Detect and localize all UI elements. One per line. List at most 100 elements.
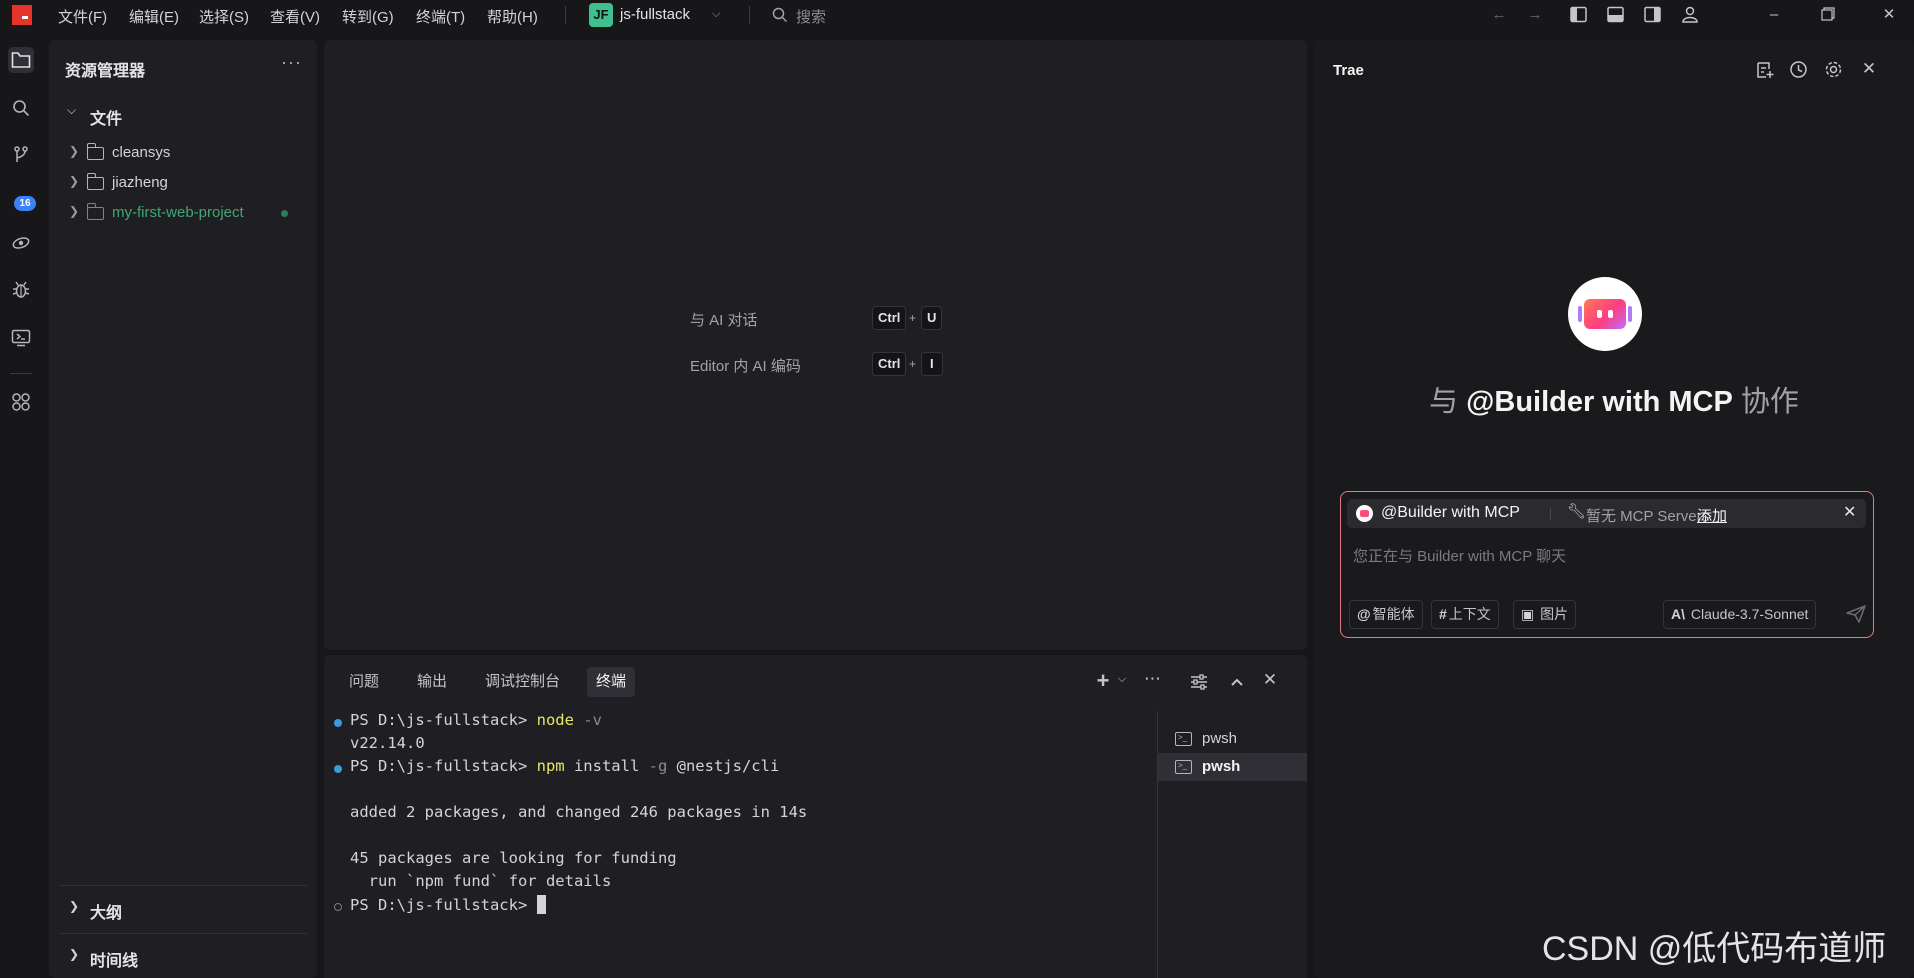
terminal-instance-active[interactable]: >_ pwsh	[1158, 753, 1307, 781]
settings-icon[interactable]	[1824, 60, 1843, 79]
close-panel-icon[interactable]: ✕	[1259, 670, 1281, 690]
terminal-name: pwsh	[1202, 730, 1238, 747]
close-icon[interactable]: ✕	[1843, 502, 1856, 522]
chat-input[interactable]: 您正在与 Builder with MCP 聊天	[1353, 545, 1566, 566]
chevron-down-icon[interactable]: ⌵	[1111, 673, 1133, 686]
menu-terminal[interactable]: 终端(T)	[416, 6, 465, 27]
folder-label: cleansys	[112, 144, 171, 161]
folder-cleansys[interactable]: ❯ cleansys	[49, 141, 317, 167]
debug-icon[interactable]	[8, 277, 34, 303]
agent-name[interactable]: @Builder with MCP	[1381, 504, 1520, 522]
account-icon[interactable]	[1681, 5, 1699, 23]
add-mcp-link[interactable]: 添加	[1697, 505, 1727, 526]
section-timeline[interactable]: ❯ 时间线	[67, 945, 307, 970]
remote-explorer-icon[interactable]	[8, 325, 34, 351]
plus-sign: +	[909, 357, 917, 371]
more-actions-icon[interactable]: ···	[281, 52, 302, 73]
divider	[1550, 508, 1551, 520]
history-icon[interactable]	[1789, 60, 1808, 79]
title-bar: 文件(F) 编辑(E) 选择(S) 查看(V) 转到(G) 终端(T) 帮助(H…	[0, 0, 1914, 30]
tab-output[interactable]: 输出	[408, 667, 456, 697]
context-button[interactable]: # 上下文	[1431, 600, 1499, 629]
terminal-line: 45 packages are looking for funding	[350, 849, 677, 867]
toggle-panel-icon[interactable]	[1607, 6, 1624, 23]
mcp-status: 暂无 MCP Servers	[1586, 508, 1710, 525]
menu-help[interactable]: 帮助(H)	[487, 6, 538, 27]
key-i: I	[921, 352, 943, 376]
collaboration-heading: 与 @Builder with MCP 协作	[1429, 386, 1799, 418]
menu-edit[interactable]: 编辑(E)	[129, 6, 179, 27]
more-actions-icon[interactable]: ⋯	[1142, 669, 1164, 689]
project-badge[interactable]: JF	[589, 3, 613, 27]
image-button[interactable]: ▣ 图片	[1513, 600, 1577, 629]
chevron-right-icon: ❯	[69, 174, 80, 188]
folder-label: my-first-web-project	[112, 204, 244, 221]
section-outline-label: 大纲	[90, 905, 123, 922]
command-pending-dot	[334, 903, 342, 911]
terminal-settings-icon[interactable]	[1190, 674, 1208, 690]
divider	[59, 885, 307, 886]
terminal-line: added 2 packages, and changed 246 packag…	[350, 803, 808, 821]
search-input[interactable]: 搜索	[796, 6, 826, 27]
divider	[565, 6, 566, 24]
project-name[interactable]: js-fullstack	[620, 6, 690, 23]
section-outline[interactable]: ❯ 大纲	[67, 897, 307, 922]
folder-my-first-web-project[interactable]: ❯ my-first-web-project	[49, 201, 317, 227]
folder-icon	[86, 143, 104, 160]
chat-input-box[interactable]: @Builder with MCP 🔧︎ 暂无 MCP Servers 添加 ✕…	[1340, 491, 1874, 638]
builder-avatar-small	[1356, 505, 1373, 522]
terminal-cursor	[536, 895, 546, 914]
close-icon[interactable]: ✕	[1858, 59, 1880, 79]
hint-label: 与 AI 对话	[690, 312, 758, 329]
forward-arrow-icon[interactable]: →	[1523, 3, 1547, 27]
extensions-icon[interactable]	[8, 389, 34, 415]
maximize-panel-icon[interactable]	[1230, 677, 1244, 687]
menu-goto[interactable]: 转到(G)	[342, 6, 394, 27]
folder-label: jiazheng	[112, 174, 168, 191]
command-success-dot	[334, 719, 342, 727]
tab-debug-console[interactable]: 调试控制台	[476, 667, 569, 697]
hash-icon: #	[1439, 606, 1447, 622]
trae-chat-panel: Trae ✕ 与 @Builder with MCP 协作 @Builder w…	[1314, 40, 1914, 978]
hint-label: Editor 内 AI 编码	[690, 358, 801, 375]
toggle-left-sidebar-icon[interactable]	[1570, 6, 1587, 23]
model-selector[interactable]: A\ Claude-3.7-Sonnet	[1663, 600, 1817, 629]
terminal-instance[interactable]: >_ pwsh	[1158, 725, 1307, 753]
terminal-icon: >_	[1175, 732, 1192, 746]
terminal-line: PS D:\js-fullstack> node -v	[334, 711, 602, 734]
tab-problems[interactable]: 问题	[340, 667, 388, 697]
tab-terminal[interactable]: 终端	[587, 667, 636, 697]
at-icon: @	[1357, 606, 1371, 622]
terminal-line: PS D:\js-fullstack>	[334, 895, 546, 918]
send-icon[interactable]	[1846, 605, 1866, 623]
section-files-label: 文件	[90, 111, 123, 128]
new-chat-icon[interactable]	[1755, 61, 1775, 79]
chevron-down-icon[interactable]: ⌵	[712, 8, 720, 21]
chevron-down-icon: ⌵	[67, 103, 77, 117]
back-arrow-icon[interactable]: ←	[1487, 3, 1511, 27]
close-window-icon[interactable]: ✕	[1877, 3, 1901, 27]
builder-avatar	[1568, 277, 1642, 351]
explorer-title: 资源管理器	[65, 63, 146, 80]
menu-file[interactable]: 文件(F)	[58, 6, 107, 27]
minimize-icon[interactable]: –	[1762, 3, 1786, 27]
agent-button[interactable]: @ 智能体	[1349, 600, 1423, 629]
terminal-line: run `npm fund` for details	[350, 872, 612, 890]
restore-icon[interactable]	[1821, 7, 1835, 21]
section-files[interactable]: ⌵ 文件	[67, 103, 307, 128]
menu-selection[interactable]: 选择(S)	[199, 6, 249, 27]
remote-icon[interactable]	[8, 230, 34, 256]
source-control-icon[interactable]	[8, 143, 34, 169]
explorer-icon[interactable]	[8, 47, 34, 73]
folder-icon	[86, 173, 104, 190]
explorer-panel: 资源管理器 ··· ⌵ 文件 ❯ cleansys ❯ jiazheng ❯ m…	[49, 40, 317, 978]
key-u: U	[921, 306, 943, 330]
terminal-name: pwsh	[1202, 758, 1241, 775]
anthropic-icon: A\	[1671, 606, 1685, 622]
toggle-right-sidebar-icon[interactable]	[1644, 6, 1661, 23]
divider	[749, 6, 750, 24]
search-icon[interactable]	[8, 95, 34, 121]
folder-jiazheng[interactable]: ❯ jiazheng	[49, 171, 317, 197]
bottom-panel: 问题 输出 调试控制台 终端 + ⌵ ⋯ ✕ PS D:\js-fullstac…	[324, 655, 1307, 978]
menu-view[interactable]: 查看(V)	[270, 6, 320, 27]
